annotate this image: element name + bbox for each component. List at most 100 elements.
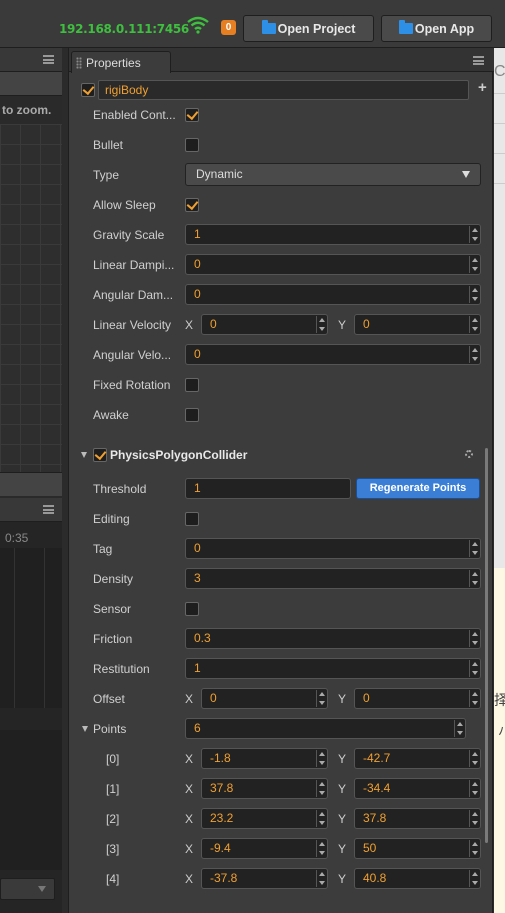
prop-threshold: Threshold 1 Regenerate Points [69, 474, 494, 504]
stepper-icon[interactable] [316, 840, 326, 857]
point-y-input[interactable]: 50 [354, 838, 481, 859]
threshold-input[interactable]: 1 [185, 478, 351, 499]
tab-properties[interactable]: Properties [71, 51, 171, 73]
stepper-icon[interactable] [469, 840, 479, 857]
gear-icon[interactable] [465, 450, 473, 458]
angular-damping-input[interactable]: 0 [185, 284, 481, 305]
offset-x-input[interactable]: 0 [201, 688, 328, 709]
collapse-arrow-icon[interactable] [82, 726, 88, 732]
axis-label-x: X [185, 842, 194, 856]
stepper-icon[interactable] [469, 870, 479, 887]
notification-badge[interactable]: 0 [221, 20, 236, 35]
menu-icon[interactable] [43, 505, 54, 514]
enabled-contact-checkbox[interactable] [185, 108, 199, 122]
timeline-track[interactable] [0, 548, 62, 708]
axis-label-x: X [185, 782, 194, 796]
menu-icon[interactable] [43, 55, 54, 64]
awake-checkbox[interactable] [185, 408, 199, 422]
regenerate-points-button[interactable]: Regenerate Points [356, 478, 480, 499]
point-x-input[interactable]: -9.4 [201, 838, 328, 859]
linear-velocity-x-input[interactable]: 0 [201, 314, 328, 335]
node-header: rigiBody + [81, 79, 487, 100]
add-component-icon[interactable]: + [478, 79, 487, 96]
allow-sleep-checkbox[interactable] [185, 198, 199, 212]
collider-title: PhysicsPolygonCollider [110, 448, 248, 462]
stepper-icon[interactable] [469, 660, 479, 677]
point-y-input[interactable]: 40.8 [354, 868, 481, 889]
open-app-button[interactable]: Open App [381, 15, 492, 42]
node-enabled-checkbox[interactable] [81, 83, 95, 97]
zoom-hint: to zoom. [2, 103, 52, 117]
point-x-value: 23.2 [210, 811, 234, 825]
point-x-input[interactable]: 23.2 [201, 808, 328, 829]
collider-section-header[interactable]: PhysicsPolygonCollider [69, 444, 494, 466]
type-select[interactable]: Dynamic [185, 163, 481, 186]
stepper-icon[interactable] [469, 750, 479, 767]
density-value: 3 [194, 571, 201, 585]
stepper-icon[interactable] [316, 780, 326, 797]
point-x-input[interactable]: -1.8 [201, 748, 328, 769]
linear-damping-value: 0 [194, 257, 201, 271]
angular-velocity-value: 0 [194, 347, 201, 361]
offset-y-input[interactable]: 0 [354, 688, 481, 709]
density-input[interactable]: 3 [185, 568, 481, 589]
point-y-input[interactable]: -34.4 [354, 778, 481, 799]
stepper-icon[interactable] [316, 316, 326, 333]
editing-checkbox[interactable] [185, 512, 199, 526]
timeline-dropdown[interactable] [0, 878, 55, 900]
stepper-icon[interactable] [316, 870, 326, 887]
axis-label-x: X [185, 318, 194, 332]
top-toolbar: 192.168.0.111:7456 0 Open Project Open A… [0, 0, 505, 48]
point-y-input[interactable]: 37.8 [354, 808, 481, 829]
prop-label: Points [93, 722, 127, 736]
sensor-checkbox[interactable] [185, 602, 199, 616]
timeline-panel-header [0, 498, 62, 522]
timeline-track[interactable] [0, 730, 62, 870]
point-row: [0] X -1.8 Y -42.7 [69, 744, 494, 774]
chevron-down-icon [462, 171, 470, 178]
restitution-input[interactable]: 1 [185, 658, 481, 679]
offset-x-value: 0 [210, 691, 217, 705]
points-count-input[interactable]: 6 [185, 718, 466, 739]
stepper-icon[interactable] [469, 780, 479, 797]
point-y-input[interactable]: -42.7 [354, 748, 481, 769]
stepper-icon[interactable] [316, 750, 326, 767]
point-x-input[interactable]: 37.8 [201, 778, 328, 799]
prop-density: Density 3 [69, 564, 494, 594]
stepper-icon[interactable] [469, 226, 479, 243]
point-x-input[interactable]: -37.8 [201, 868, 328, 889]
point-index: [1] [106, 782, 120, 796]
linear-velocity-y-input[interactable]: 0 [354, 314, 481, 335]
prop-label: Linear Velocity [93, 318, 172, 332]
friction-input[interactable]: 0.3 [185, 628, 481, 649]
bullet-checkbox[interactable] [185, 138, 199, 152]
linear-damping-input[interactable]: 0 [185, 254, 481, 275]
fixed-rotation-checkbox[interactable] [185, 378, 199, 392]
stepper-icon[interactable] [469, 540, 479, 557]
stepper-icon[interactable] [469, 690, 479, 707]
properties-panel: Properties rigiBody + Enabled Cont... Bu… [68, 48, 494, 913]
scene-grid[interactable] [0, 124, 62, 472]
stepper-icon[interactable] [469, 346, 479, 363]
prop-linear-damping: Linear Dampi... 0 [69, 250, 494, 280]
collider-enabled-checkbox[interactable] [93, 448, 107, 462]
stepper-icon[interactable] [469, 630, 479, 647]
collapse-arrow-icon[interactable] [81, 452, 87, 458]
tag-input[interactable]: 0 [185, 538, 481, 559]
open-project-button[interactable]: Open Project [243, 15, 374, 42]
stepper-icon[interactable] [469, 256, 479, 273]
stepper-icon[interactable] [469, 810, 479, 827]
ip-address: 192.168.0.111:7456 [59, 22, 189, 36]
node-name-field[interactable]: rigiBody [98, 80, 469, 100]
properties-tabbar: Properties [69, 48, 494, 73]
stepper-icon[interactable] [316, 810, 326, 827]
stepper-icon[interactable] [469, 570, 479, 587]
stepper-icon[interactable] [469, 316, 479, 333]
menu-icon[interactable] [473, 56, 484, 65]
properties-scrollbar[interactable] [485, 448, 488, 843]
stepper-icon[interactable] [454, 720, 464, 737]
angular-velocity-input[interactable]: 0 [185, 344, 481, 365]
stepper-icon[interactable] [469, 286, 479, 303]
stepper-icon[interactable] [316, 690, 326, 707]
gravity-scale-input[interactable]: 1 [185, 224, 481, 245]
